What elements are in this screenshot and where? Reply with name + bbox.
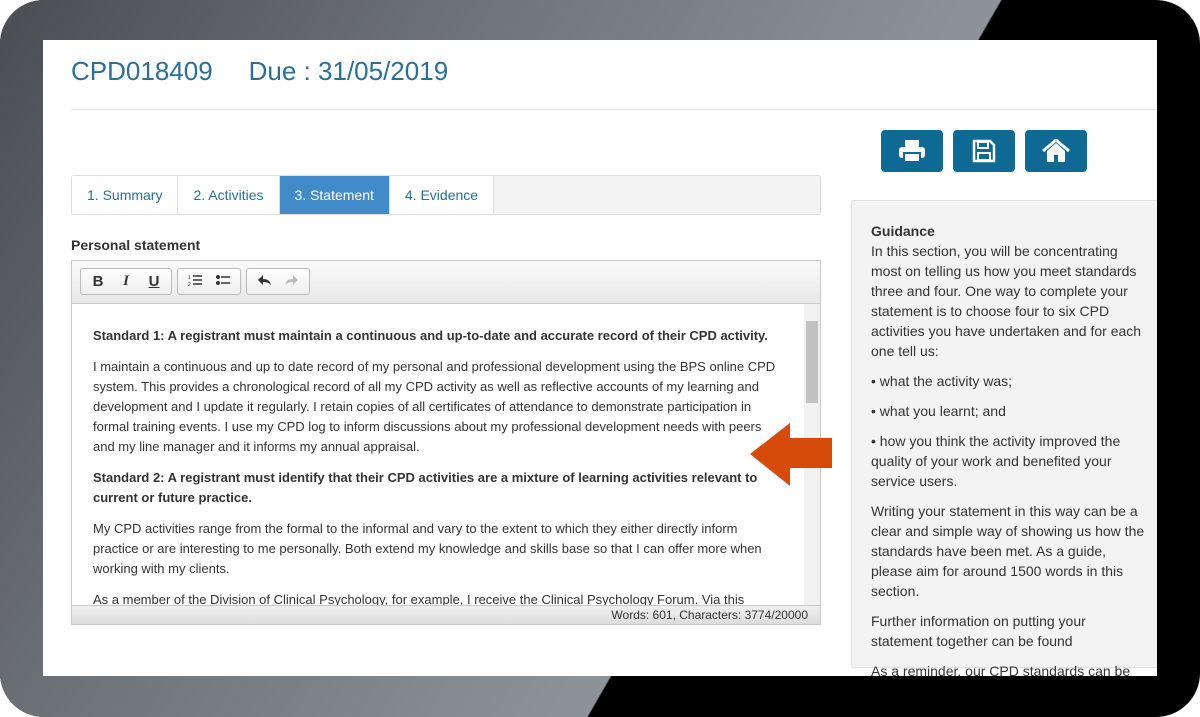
svg-text:2: 2	[188, 282, 191, 286]
statement-editor: BIU 12 Standard 1: A registrant must mai…	[71, 260, 821, 625]
tab-statement[interactable]: 3. Statement	[279, 176, 390, 214]
print-button[interactable]	[881, 130, 943, 172]
tab-summary[interactable]: 1. Summary	[72, 176, 179, 214]
tab-activities[interactable]: 2. Activities	[178, 176, 280, 214]
tab-evidence[interactable]: 4. Evidence	[389, 176, 495, 214]
pointer-arrow-icon	[750, 423, 832, 486]
home-button[interactable]	[1025, 130, 1087, 172]
bold-button[interactable]: B	[84, 273, 112, 290]
guidance-bullet: • what you learnt; and	[871, 403, 1006, 419]
save-icon	[972, 139, 996, 163]
home-icon	[1042, 139, 1070, 162]
paragraph: As a member of the Division of Clinical …	[93, 592, 745, 605]
word-count-status: Words: 601, Characters: 3774/20000	[72, 605, 820, 624]
page-title: CPD018409 Due : 31/05/2019	[71, 56, 484, 87]
guidance-title: Guidance	[871, 223, 935, 239]
underline-button[interactable]: U	[140, 273, 168, 290]
due-date: Due : 31/05/2019	[248, 56, 449, 86]
redo-button[interactable]	[278, 273, 306, 290]
device-frame: CPD018409 Due : 31/05/2019 1. Summary 2. …	[0, 0, 1200, 717]
screen: CPD018409 Due : 31/05/2019 1. Summary 2. …	[43, 40, 1157, 676]
undo-button[interactable]	[250, 273, 278, 290]
redo-icon	[285, 275, 298, 285]
scrollbar-thumb[interactable]	[806, 321, 818, 403]
italic-button[interactable]: I	[112, 273, 140, 290]
guidance-text: As a reminder, our CPD standards can be …	[871, 663, 1131, 676]
personal-statement-label: Personal statement	[71, 237, 201, 253]
cpd-id: CPD018409	[71, 56, 213, 86]
ordered-list-button[interactable]: 12	[181, 273, 209, 290]
editor-toolbar: BIU 12	[72, 261, 820, 304]
paragraph: Standard 2: A registrant must identify t…	[93, 470, 758, 505]
divider	[71, 109, 1157, 110]
save-button[interactable]	[953, 130, 1015, 172]
guidance-intro: In this section, you will be concentrati…	[871, 243, 1142, 359]
guidance-panel: Guidance In this section, you will be co…	[851, 200, 1157, 676]
paragraph: My CPD activities range from the formal …	[93, 521, 762, 576]
print-icon	[899, 140, 925, 163]
paragraph: I maintain a continuous and up to date r…	[93, 359, 776, 454]
guidance-text: Writing your statement in this way can b…	[871, 503, 1145, 599]
bullet-list-icon	[216, 275, 230, 285]
guidance-bullet: • how you think the activity improved th…	[871, 433, 1121, 489]
guidance-text: Further information on putting your stat…	[871, 613, 1086, 649]
ordered-list-icon: 12	[188, 275, 202, 288]
undo-icon	[258, 275, 271, 285]
editor-content[interactable]: Standard 1: A registrant must maintain a…	[72, 304, 804, 605]
bullet-list-button[interactable]	[209, 273, 237, 290]
svg-text:1: 1	[188, 275, 191, 281]
paragraph: Standard 1: A registrant must maintain a…	[93, 328, 768, 343]
guidance-bullet: • what the activity was;	[871, 373, 1013, 389]
tab-bar: 1. Summary 2. Activities 3. Statement 4.…	[71, 175, 821, 215]
